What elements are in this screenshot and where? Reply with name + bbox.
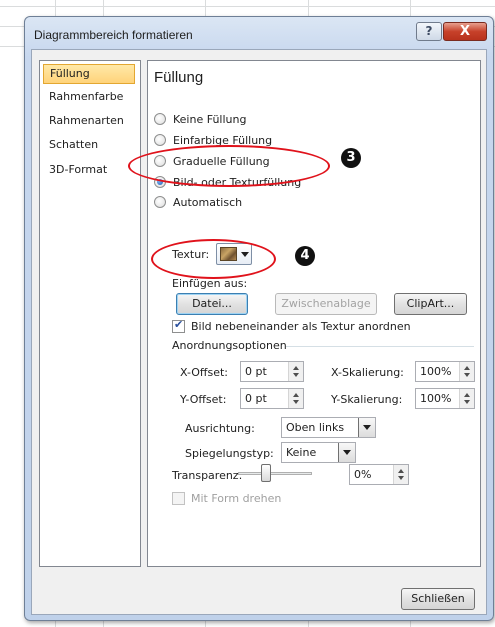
x-scale-spinner[interactable]: 100%: [415, 361, 475, 382]
tile-picture-label: Bild nebeneinander als Textur anordnen: [191, 320, 411, 333]
mirror-type-value: Keine: [286, 446, 317, 459]
radio-label: Automatisch: [173, 195, 243, 209]
category-item-border-styles[interactable]: Rahmenarten: [43, 111, 135, 131]
chevron-down-icon: [363, 425, 371, 430]
y-offset-label: Y-Offset:: [180, 393, 227, 406]
x-scale-label: X-Skalierung:: [331, 366, 404, 379]
alignment-label: Ausrichtung:: [185, 422, 255, 435]
annotation-marker-3: 3: [341, 148, 361, 168]
mirror-type-label: Spiegelungstyp:: [185, 447, 274, 460]
x-offset-label: X-Offset:: [180, 366, 229, 379]
x-offset-spinner[interactable]: 0 pt: [240, 361, 304, 382]
y-scale-value: 100%: [420, 392, 452, 405]
category-item-3d-format[interactable]: 3D-Format: [43, 160, 135, 180]
arrow-down-icon: [464, 373, 470, 377]
y-offset-value: 0 pt: [245, 392, 267, 405]
spinner-arrows[interactable]: [459, 362, 474, 381]
file-button[interactable]: Datei...: [176, 293, 248, 315]
rotate-with-shape-checkbox[interactable]: [172, 492, 185, 505]
dialog-body: Füllung Rahmenfarbe Rahmenarten Schatten…: [31, 49, 487, 615]
arrow-up-icon: [293, 393, 299, 397]
arrow-down-icon: [398, 476, 404, 480]
y-scale-spinner[interactable]: 100%: [415, 388, 475, 409]
arrow-up-icon: [464, 366, 470, 370]
arrow-down-icon: [293, 373, 299, 377]
chevron-down-icon: [343, 450, 351, 455]
group-divider: [286, 346, 474, 347]
alignment-value: Oben links: [286, 421, 345, 434]
clipart-button[interactable]: ClipArt...: [394, 293, 467, 315]
radio-no-fill[interactable]: Keine Füllung: [154, 111, 246, 127]
category-item-border-color[interactable]: Rahmenfarbe: [43, 87, 135, 107]
radio-automatic[interactable]: Automatisch: [154, 194, 242, 210]
clipboard-button[interactable]: Zwischenablage: [275, 293, 377, 315]
mirror-type-select[interactable]: Keine: [281, 442, 356, 463]
category-list: Füllung Rahmenfarbe Rahmenarten Schatten…: [39, 60, 141, 567]
arrow-up-icon: [398, 469, 404, 473]
tile-picture-checkbox[interactable]: [172, 318, 185, 333]
close-window-button[interactable]: X: [443, 22, 487, 41]
fill-panel: Füllung Keine Füllung Einfarbige Füllung…: [147, 60, 481, 567]
y-offset-spinner[interactable]: 0 pt: [240, 388, 304, 409]
spinner-arrows[interactable]: [288, 389, 303, 408]
format-chart-area-dialog: Diagrammbereich formatieren ? X Füllung …: [24, 16, 494, 621]
transparency-label: Transparenz:: [172, 469, 243, 482]
dialog-title: Diagrammbereich formatieren: [34, 28, 193, 42]
arrow-down-icon: [293, 400, 299, 404]
close-button[interactable]: Schließen: [401, 588, 475, 610]
category-item-shadow[interactable]: Schatten: [43, 135, 135, 155]
x-scale-value: 100%: [420, 365, 452, 378]
transparency-spinner[interactable]: 0%: [349, 464, 409, 485]
rotate-with-shape-label: Mit Form drehen: [191, 492, 282, 505]
arrow-up-icon: [464, 393, 470, 397]
spinner-arrows[interactable]: [393, 465, 408, 484]
spinner-arrows[interactable]: [459, 389, 474, 408]
tiling-options-label: Anordnungsoptionen: [172, 339, 287, 352]
x-offset-value: 0 pt: [245, 365, 267, 378]
annotation-ellipse-picture-fill: [128, 145, 330, 187]
arrow-up-icon: [293, 366, 299, 370]
spinner-arrows[interactable]: [288, 362, 303, 381]
transparency-slider-thumb[interactable]: [261, 464, 271, 482]
radio-label: Keine Füllung: [173, 112, 247, 126]
dropdown-button[interactable]: [358, 418, 375, 437]
arrow-down-icon: [464, 400, 470, 404]
annotation-ellipse-file-button: [151, 239, 276, 279]
radio-button[interactable]: [154, 196, 166, 208]
radio-button[interactable]: [154, 113, 166, 125]
transparency-value: 0%: [354, 468, 372, 481]
panel-heading: Füllung: [154, 69, 204, 86]
transparency-slider-track[interactable]: [238, 472, 312, 475]
alignment-select[interactable]: Oben links: [281, 417, 376, 438]
annotation-marker-4: 4: [295, 246, 315, 266]
dropdown-button[interactable]: [338, 443, 355, 462]
y-scale-label: Y-Skalierung:: [331, 393, 403, 406]
category-item-fill[interactable]: Füllung: [43, 64, 135, 84]
title-bar[interactable]: Diagrammbereich formatieren ? X: [25, 17, 493, 49]
help-button[interactable]: ?: [416, 22, 442, 41]
radio-button[interactable]: [154, 134, 166, 146]
